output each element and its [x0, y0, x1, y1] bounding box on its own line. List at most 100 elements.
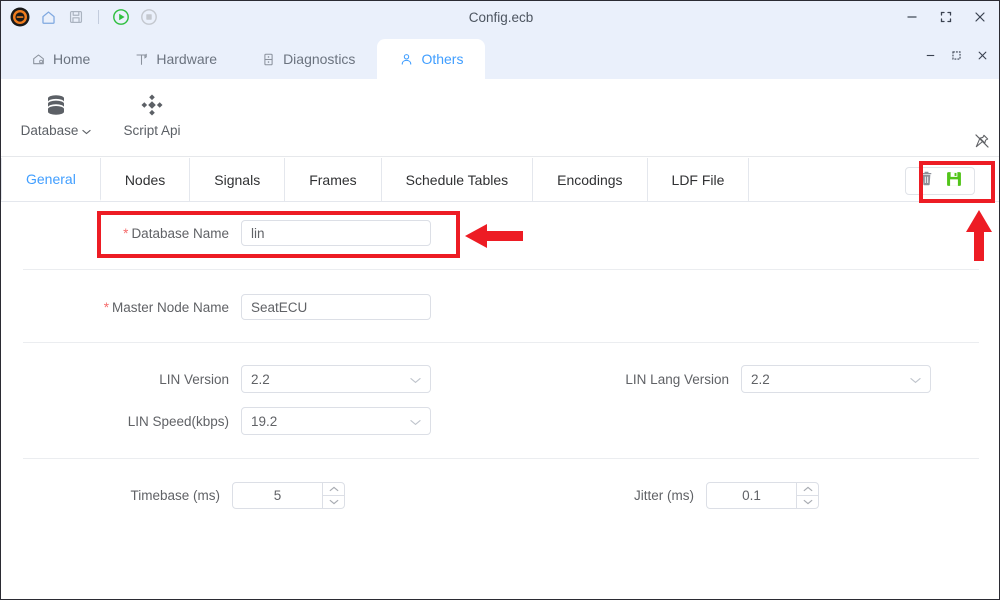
field-timebase: Timebase (ms) 5: [1, 482, 345, 509]
lin-version-select[interactable]: 2.2: [241, 365, 431, 393]
field-master-node-name: * Master Node Name SeatECU: [1, 294, 431, 320]
tab-home[interactable]: Home: [9, 39, 112, 79]
database-icon: [43, 87, 69, 123]
jitter-stepper[interactable]: 0.1: [706, 482, 819, 509]
inner-window-controls: [917, 43, 995, 67]
master-node-name-label: Master Node Name: [111, 299, 229, 315]
ribbon-script-api-button[interactable]: Script Api: [109, 87, 195, 138]
sub-tab-nodes[interactable]: Nodes: [101, 158, 191, 201]
required-marker: *: [123, 225, 129, 241]
tab-others-label: Others: [421, 51, 464, 67]
timebase-label: Timebase (ms): [130, 488, 220, 503]
title-bar: Config.ecb: [1, 1, 999, 33]
timebase-value: 5: [273, 488, 282, 503]
timebase-increment-button[interactable]: [323, 483, 344, 496]
chevron-down-icon: [82, 123, 92, 138]
form-divider-1: [23, 269, 979, 270]
database-name-input[interactable]: lin: [241, 220, 431, 246]
tab-home-label: Home: [53, 51, 91, 67]
diagnostics-icon: [261, 52, 276, 67]
database-name-label: Database Name: [131, 225, 229, 241]
jitter-increment-button[interactable]: [797, 483, 818, 496]
sub-tab-encodings-label: Encodings: [557, 171, 623, 188]
ribbon-database-label-group: Database: [21, 123, 92, 138]
inner-close-button[interactable]: [969, 43, 995, 67]
jitter-decrement-button[interactable]: [797, 496, 818, 508]
sub-tab-general-label: General: [26, 170, 76, 187]
save-icon[interactable]: [65, 6, 87, 28]
chevron-down-icon: [910, 372, 921, 387]
home-icon[interactable]: [37, 6, 59, 28]
window-close-button[interactable]: [963, 3, 997, 31]
ribbon-toolbar: Database Script Api: [1, 79, 999, 157]
form-divider-3: [23, 458, 979, 459]
sub-tab-bar: General Nodes Signals Frames Schedule Ta…: [1, 158, 999, 202]
timebase-stepper-arrows: [322, 483, 344, 508]
window-maximize-button[interactable]: [929, 3, 963, 31]
ribbon-database-button[interactable]: Database: [13, 87, 99, 138]
required-marker: *: [103, 299, 109, 315]
lin-lang-version-label: LIN Lang Version: [625, 371, 729, 387]
sub-tab-ldf-file-label: LDF File: [671, 171, 725, 188]
jitter-label: Jitter (ms): [634, 488, 694, 503]
lin-version-value: 2.2: [251, 371, 270, 387]
database-name-label-group: * Database Name: [123, 226, 241, 241]
sub-tab-signals-label: Signals: [214, 171, 261, 188]
field-lin-version: LIN Version 2.2: [1, 365, 431, 393]
jitter-value: 0.1: [742, 488, 761, 503]
app-logo-icon[interactable]: [9, 6, 31, 28]
sub-tab-ldf-file[interactable]: LDF File: [648, 158, 750, 201]
inner-restore-button[interactable]: [943, 43, 969, 67]
application-window: Config.ecb Home Hardware Diagnostics Oth…: [0, 0, 1000, 600]
lin-lang-version-select[interactable]: 2.2: [741, 365, 931, 393]
quick-access-toolbar: [1, 6, 160, 28]
tab-action-group: [905, 167, 975, 195]
sub-tab-frames[interactable]: Frames: [285, 158, 382, 201]
ribbon-script-api-label-group: Script Api: [123, 123, 180, 138]
stop-icon[interactable]: [138, 6, 160, 28]
save-floppy-icon: [946, 171, 962, 192]
hardware-icon: [134, 52, 149, 67]
tab-others[interactable]: Others: [377, 39, 486, 79]
field-lin-lang-version: LIN Lang Version 2.2: [501, 365, 931, 393]
sub-tab-signals[interactable]: Signals: [190, 158, 286, 201]
tab-diagnostics-label: Diagnostics: [283, 51, 356, 67]
master-node-name-label-group: * Master Node Name: [104, 300, 241, 315]
chevron-down-icon: [410, 414, 421, 429]
tab-hardware-label: Hardware: [156, 51, 218, 67]
script-api-icon: [139, 87, 165, 123]
unpin-icon[interactable]: [971, 131, 993, 151]
lin-speed-label: LIN Speed(kbps): [127, 413, 229, 429]
field-database-name: * Database Name lin: [1, 220, 431, 246]
form-divider-2: [23, 342, 979, 343]
sub-tab-nodes-label: Nodes: [124, 171, 166, 188]
jitter-stepper-arrows: [796, 483, 818, 508]
save-button[interactable]: [940, 169, 968, 193]
timebase-stepper[interactable]: 5: [232, 482, 345, 509]
master-node-name-input[interactable]: SeatECU: [241, 294, 431, 320]
sub-tab-encodings[interactable]: Encodings: [533, 158, 648, 201]
trash-icon: [919, 171, 934, 191]
tab-hardware[interactable]: Hardware: [112, 39, 239, 79]
delete-button[interactable]: [912, 169, 940, 193]
database-name-value: lin: [251, 225, 265, 241]
toolbar-divider: [98, 10, 99, 24]
sub-tab-general[interactable]: General: [1, 158, 101, 201]
lin-version-label: LIN Version: [159, 371, 229, 387]
window-minimize-button[interactable]: [895, 3, 929, 31]
run-icon[interactable]: [110, 6, 132, 28]
chevron-down-icon: [410, 372, 421, 387]
user-icon: [399, 52, 414, 67]
ribbon-script-api-label: Script Api: [123, 123, 181, 138]
master-node-name-value: SeatECU: [251, 299, 308, 315]
tab-diagnostics[interactable]: Diagnostics: [239, 39, 377, 79]
sub-tab-schedule-tables-label: Schedule Tables: [405, 171, 509, 188]
field-jitter: Jitter (ms) 0.1: [501, 482, 819, 509]
timebase-decrement-button[interactable]: [323, 496, 344, 508]
lin-speed-select[interactable]: 19.2: [241, 407, 431, 435]
sub-tab-schedule-tables[interactable]: Schedule Tables: [382, 158, 534, 201]
sub-tab-frames-label: Frames: [309, 171, 357, 188]
window-controls: [895, 1, 999, 33]
main-tab-bar: Home Hardware Diagnostics Others: [1, 33, 999, 79]
inner-minimize-button[interactable]: [917, 43, 943, 67]
